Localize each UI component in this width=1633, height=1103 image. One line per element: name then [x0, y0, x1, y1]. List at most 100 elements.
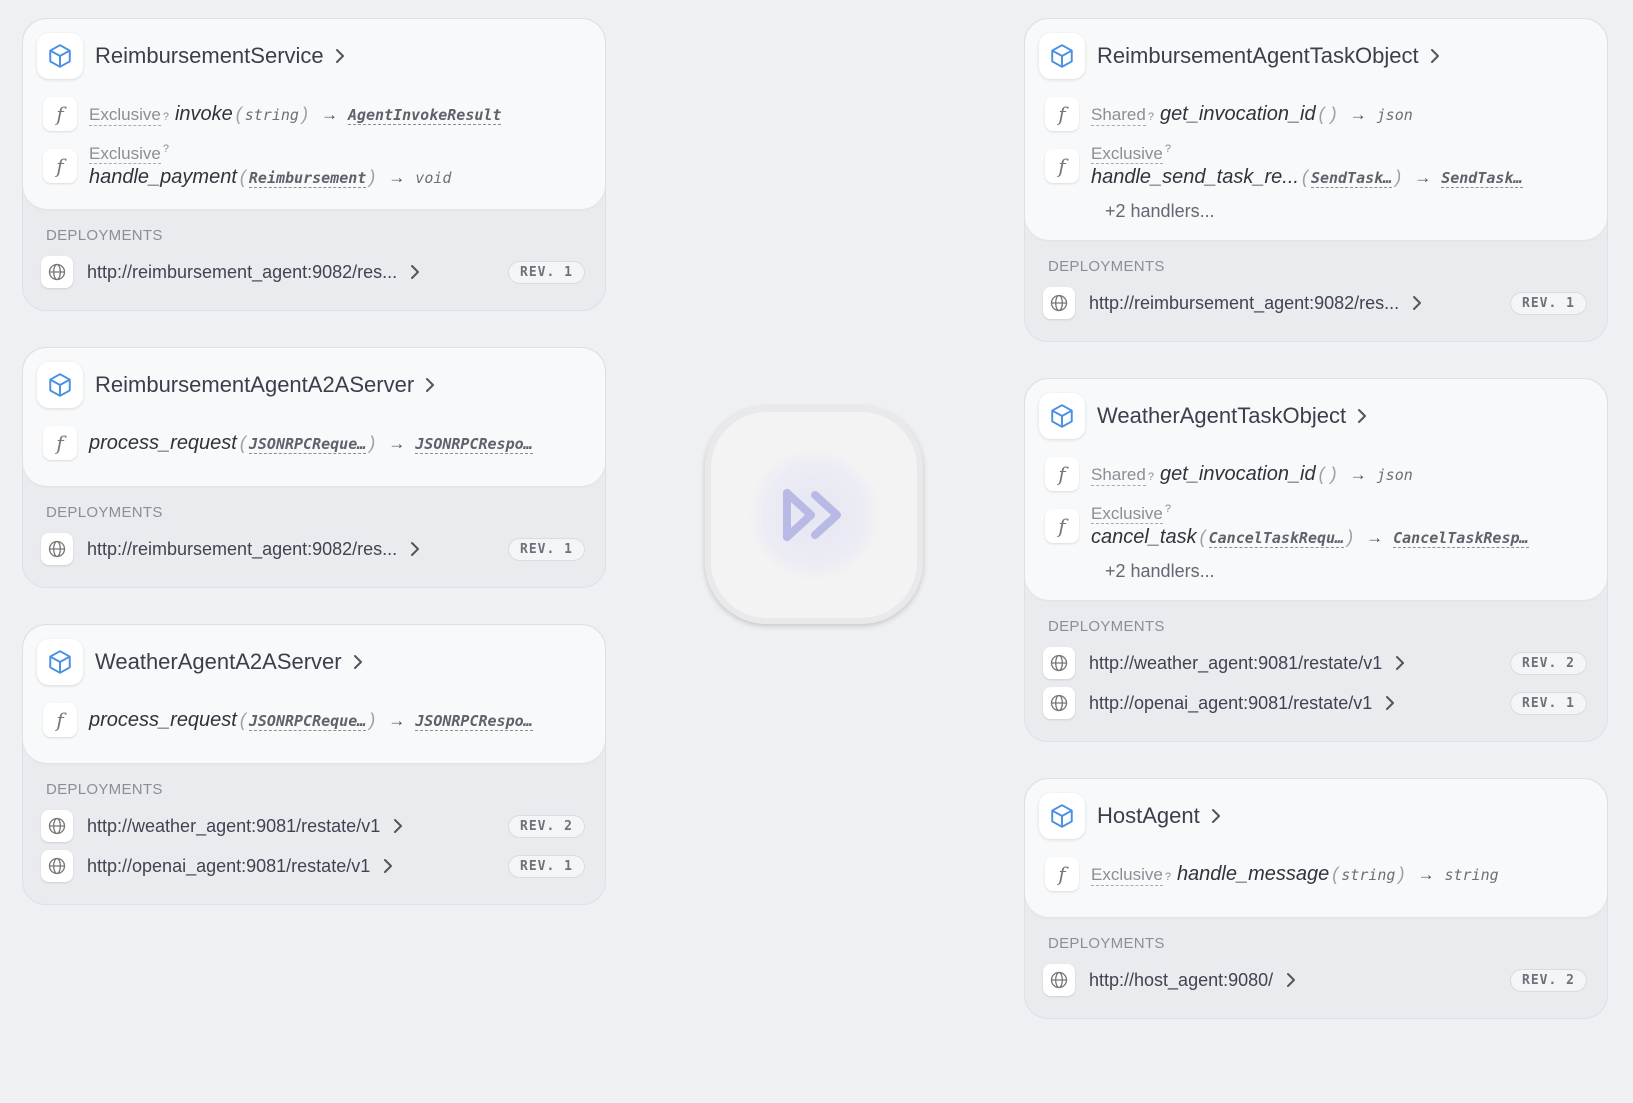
handler-body: Exclusive? handle_message(string) → string — [1091, 863, 1499, 886]
handler-name[interactable]: invoke — [175, 103, 233, 126]
chevron-right-icon[interactable] — [1210, 808, 1222, 824]
service-title-row[interactable]: WeatherAgentA2AServer — [37, 639, 587, 685]
handler-name[interactable]: process_request — [89, 432, 237, 455]
handler-row[interactable]: f Shared? get_invocation_id() → json — [1039, 451, 1589, 497]
handler-body: Exclusive? handle_send_task_re...(SendTas… — [1091, 143, 1523, 189]
return-type[interactable]: CancelTaskResp… — [1393, 529, 1529, 548]
function-icon: f — [43, 703, 77, 737]
chevron-right-icon[interactable] — [1429, 48, 1441, 64]
return-type[interactable]: JSONRPCRespo… — [415, 712, 533, 731]
deployment-row[interactable]: http://openai_agent:9081/restate/v1 REV. … — [1043, 685, 1587, 721]
service-name[interactable]: ReimbursementService — [95, 43, 324, 69]
return-type[interactable]: AgentInvokeResult — [347, 106, 502, 125]
deployments-section: DEPLOYMENTS http://host_agent:9080/REV. 2 — [1025, 917, 1607, 1018]
deployment-url[interactable]: http://host_agent:9080/ — [1089, 970, 1273, 991]
service-name[interactable]: ReimbursementAgentTaskObject — [1097, 43, 1419, 69]
more-handlers-link[interactable]: +2 handlers... — [1105, 201, 1589, 222]
deployments-section: DEPLOYMENTS http://weather_agent:9081/res… — [1025, 600, 1607, 741]
return-type[interactable]: JSONRPCRespo… — [415, 435, 533, 454]
deployment-url[interactable]: http://reimbursement_agent:9082/res... — [87, 262, 397, 283]
service-card: ReimbursementService f Exclusive? invoke(st… — [22, 18, 606, 311]
chevron-right-icon[interactable] — [334, 48, 346, 64]
handler-row[interactable]: f Exclusive? cancel_task(CancelTaskRequ…) →… — [1039, 503, 1589, 549]
param-type: string — [1341, 865, 1396, 884]
service-title-row[interactable]: WeatherAgentTaskObject — [1039, 393, 1589, 439]
handler-name[interactable]: process_request — [89, 709, 237, 732]
deployment-row[interactable]: http://reimbursement_agent:9082/res... RE… — [41, 531, 585, 567]
handler-type: Exclusive — [89, 104, 161, 126]
handler-name[interactable]: handle_send_task_re... — [1091, 166, 1299, 189]
service-name[interactable]: HostAgent — [1097, 803, 1200, 829]
service-title-row[interactable]: HostAgent — [1039, 793, 1589, 839]
chevron-right-icon[interactable] — [382, 858, 394, 874]
restate-logo-icon — [783, 489, 841, 541]
service-title-row[interactable]: ReimbursementAgentTaskObject — [1039, 33, 1589, 79]
param-type[interactable]: JSONRPCReque… — [248, 435, 367, 454]
return-type: json — [1376, 465, 1413, 484]
handler-name[interactable]: cancel_task — [1091, 526, 1197, 549]
handler-row[interactable]: f process_request(JSONRPCReque…) → JSONRPCR… — [37, 420, 587, 466]
globe-icon — [1043, 687, 1075, 719]
handler-row[interactable]: f Exclusive? invoke(string) → AgentInvokeRes… — [37, 91, 587, 137]
chevron-right-icon[interactable] — [392, 818, 404, 834]
chevron-right-icon[interactable] — [409, 264, 421, 280]
chevron-right-icon[interactable] — [1356, 408, 1368, 424]
handler-body: Exclusive? invoke(string) → AgentInvokeResu… — [89, 103, 502, 126]
deployment-url[interactable]: http://weather_agent:9081/restate/v1 — [87, 816, 380, 837]
param-type[interactable]: SendTask… — [1310, 169, 1393, 188]
globe-icon — [41, 850, 73, 882]
chevron-right-icon[interactable] — [409, 541, 421, 557]
param-type[interactable]: JSONRPCReque… — [248, 712, 367, 731]
deployment-row[interactable]: http://reimbursement_agent:9082/res... RE… — [41, 254, 585, 290]
handler-name[interactable]: get_invocation_id — [1160, 103, 1316, 126]
deployment-url[interactable]: http://openai_agent:9081/restate/v1 — [1089, 693, 1372, 714]
handler-type-hint: ? — [1147, 470, 1154, 483]
paren-close: ) — [1330, 463, 1337, 484]
handler-signature: Exclusive? handle_message(string) → string — [1091, 863, 1499, 886]
handler-signature: process_request(JSONRPCReque…) → JSONRPCRe… — [89, 709, 533, 732]
function-icon: f — [1045, 457, 1079, 491]
service-name[interactable]: WeatherAgentTaskObject — [1097, 403, 1346, 429]
handler-name[interactable]: get_invocation_id — [1160, 463, 1316, 486]
chevron-right-icon[interactable] — [424, 377, 436, 393]
paren-close: ) — [1347, 526, 1354, 547]
deployment-url[interactable]: http://openai_agent:9081/restate/v1 — [87, 856, 370, 877]
param-type[interactable]: CancelTaskRequ… — [1208, 529, 1345, 548]
service-card-header: WeatherAgentA2AServer f process_request(JS… — [23, 625, 605, 763]
chevron-right-icon[interactable] — [352, 654, 364, 670]
deployment-row[interactable]: http://host_agent:9080/REV. 2 — [1043, 962, 1587, 998]
chevron-right-icon[interactable] — [1285, 972, 1297, 988]
service-name[interactable]: ReimbursementAgentA2AServer — [95, 372, 414, 398]
deployment-url[interactable]: http://reimbursement_agent:9082/res... — [1089, 293, 1399, 314]
handler-name[interactable]: handle_payment — [89, 166, 237, 189]
deployment-row[interactable]: http://weather_agent:9081/restate/v1 REV.… — [1043, 645, 1587, 681]
service-name[interactable]: WeatherAgentA2AServer — [95, 649, 342, 675]
handler-name[interactable]: handle_message — [1177, 863, 1329, 886]
chevron-right-icon[interactable] — [1394, 655, 1406, 671]
paren-close: ) — [1330, 103, 1337, 124]
handler-row[interactable]: f Exclusive? handle_send_task_re...(SendTa… — [1039, 143, 1589, 189]
handler-row[interactable]: f Shared? get_invocation_id() → json — [1039, 91, 1589, 137]
deployments-label: DEPLOYMENTS — [1048, 618, 1165, 635]
handler-signature: Shared? get_invocation_id() → json — [1091, 463, 1413, 486]
revision-badge: REV. 1 — [508, 260, 585, 284]
deployment-url[interactable]: http://weather_agent:9081/restate/v1 — [1089, 653, 1382, 674]
chevron-right-icon[interactable] — [1411, 295, 1423, 311]
deployment-row[interactable]: http://openai_agent:9081/restate/v1 REV. … — [41, 848, 585, 884]
more-handlers-link[interactable]: +2 handlers... — [1105, 561, 1589, 582]
handler-row[interactable]: f Exclusive? handle_message(string) → string — [1039, 851, 1589, 897]
handler-row[interactable]: f Exclusive? handle_payment(Reimbursement)… — [37, 143, 587, 189]
service-title-row[interactable]: ReimbursementAgentA2AServer — [37, 362, 587, 408]
deployment-row[interactable]: http://reimbursement_agent:9082/res... RE… — [1043, 285, 1587, 321]
handler-type-hint: ? — [1164, 870, 1171, 883]
handler-row[interactable]: f process_request(JSONRPCReque…) → JSONRPCR… — [37, 697, 587, 743]
paren-close: ) — [369, 166, 376, 187]
chevron-right-icon[interactable] — [1384, 695, 1396, 711]
restate-logo — [705, 406, 923, 624]
return-type[interactable]: SendTask… — [1441, 169, 1523, 188]
deployment-row[interactable]: http://weather_agent:9081/restate/v1 REV.… — [41, 808, 585, 844]
param-type[interactable]: Reimbursement — [248, 169, 367, 188]
service-title-row[interactable]: ReimbursementService — [37, 33, 587, 79]
paren-close: ) — [301, 103, 308, 124]
deployment-url[interactable]: http://reimbursement_agent:9082/res... — [87, 539, 397, 560]
